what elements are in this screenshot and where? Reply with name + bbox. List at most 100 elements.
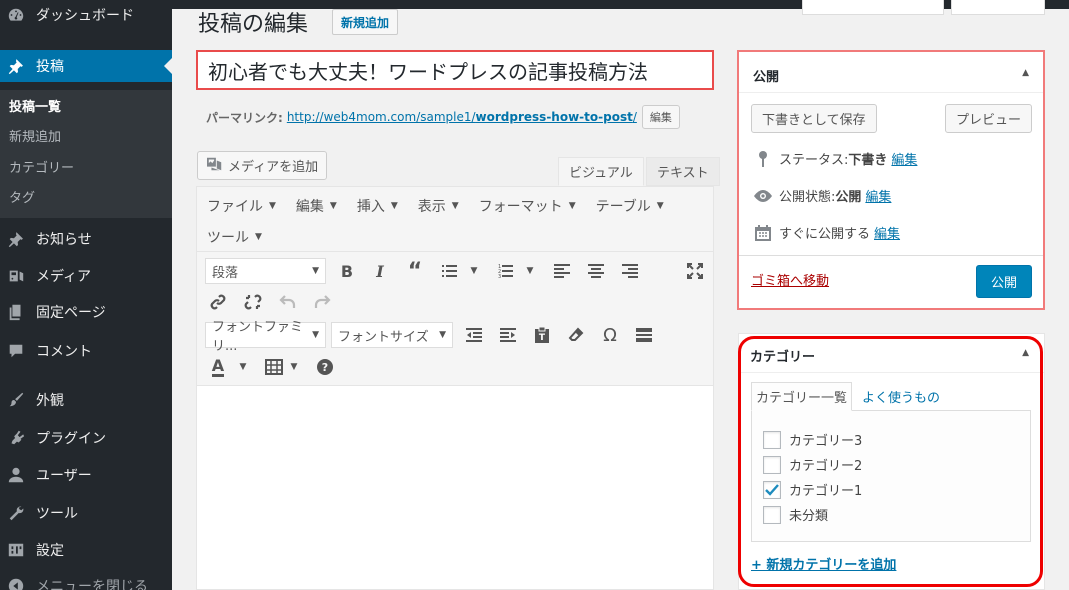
menu-label: 投稿 [36,59,64,75]
unlink-icon[interactable] [240,289,266,315]
menu-comments[interactable]: コメント [0,335,172,367]
paste-text-icon[interactable]: T [529,322,555,348]
bullet-list-caret-icon[interactable]: ▼ [461,258,487,284]
preview-button[interactable]: プレビュー [945,104,1033,133]
checkbox[interactable] [763,455,781,474]
submenu-categories[interactable]: カテゴリー [9,157,74,176]
move-to-trash-link[interactable]: ゴミ箱へ移動 [751,270,829,289]
text-color-icon[interactable]: A [205,354,231,380]
menu-news[interactable]: お知らせ [0,223,172,255]
align-left-icon[interactable] [549,258,575,284]
table-caret-icon[interactable]: ▼ [281,354,307,380]
menu-dashboard[interactable]: ダッシュボード [0,0,172,30]
menu-pages[interactable]: 固定ページ [0,296,172,328]
checkbox[interactable] [763,505,781,524]
add-media-button[interactable]: メディアを追加 [197,151,328,180]
admin-sidebar: ダッシュボード 投稿 投稿一覧 新規追加 カテゴリー タグ お知らせ メディア … [0,0,172,590]
visibility-edit-link[interactable]: 編集 [865,186,891,205]
schedule-edit-link[interactable]: 編集 [874,223,900,242]
bold-icon[interactable]: B [334,258,360,284]
submenu-tags[interactable]: タグ [9,187,35,206]
screen-options-tab[interactable] [802,0,944,15]
indent-icon[interactable] [495,322,521,348]
publish-box: 公開 ▲ 下書きとして保存 プレビュー ステータス: 下書き 編集 公開状態: … [737,50,1045,310]
menu-posts[interactable]: 投稿 [0,50,172,82]
tab-text[interactable]: テキスト [646,157,720,186]
save-draft-button[interactable]: 下書きとして保存 [751,104,877,133]
submenu-all-posts[interactable]: 投稿一覧 [9,96,61,115]
user-icon [6,465,26,485]
text-color-caret-icon[interactable]: ▼ [230,354,256,380]
submenu-add-new[interactable]: 新規追加 [9,126,61,145]
menu-label: 外観 [36,393,64,409]
menu-appearance[interactable]: 外観 [0,384,172,416]
italic-icon[interactable]: I [367,258,393,284]
format-select[interactable]: 段落 ▼ [205,258,326,284]
menu-label: ツール [36,506,78,522]
font-size-select[interactable]: フォントサイズ ▼ [331,322,453,348]
checkmark-icon [765,483,779,496]
collapse-arrow-icon[interactable]: ▲ [1022,348,1029,358]
status-edit-link[interactable]: 編集 [891,149,917,168]
menu-media[interactable]: メディア [0,260,172,292]
category-item[interactable]: カテゴリー1 [763,480,862,499]
category-item[interactable]: 未分類 [763,505,828,524]
link-icon[interactable] [205,289,231,315]
pin-icon [6,229,26,249]
caret-down-icon: ▼ [439,330,446,340]
numbered-list-icon[interactable]: 123 [493,258,519,284]
menu-file[interactable]: ファイル ▼ [197,196,286,216]
menu-plugins[interactable]: プラグイン [0,422,172,454]
omega-icon[interactable]: Ω [597,322,623,348]
checkbox[interactable] [763,430,781,449]
redo-icon[interactable] [309,289,335,315]
menu-users[interactable]: ユーザー [0,459,172,491]
align-center-icon[interactable] [583,258,609,284]
menu-label: メディア [36,269,92,285]
menu-tools[interactable]: ツール ▼ [197,227,272,247]
category-item[interactable]: カテゴリー2 [763,455,862,474]
menu-view[interactable]: 表示 ▼ [408,196,469,216]
editor-toolbar: ファイル ▼ 編集 ▼ 挿入 ▼ 表示 ▼ フォーマット ▼ テーブル ▼ ツール ▼ 段落 ▼… [197,187,713,386]
settings-icon [6,540,26,560]
help-tab[interactable] [951,0,1045,15]
schedule-label: すぐに公開する [779,227,871,242]
permalink-edit-button[interactable]: 編集 [641,105,680,129]
publish-button[interactable]: 公開 [976,265,1032,298]
permalink-link[interactable]: http://web4mom.com/sample1/wordpress-how… [287,110,637,124]
tab-all-categories[interactable]: カテゴリー一覧 [751,382,853,411]
numbered-list-caret-icon[interactable]: ▼ [517,258,543,284]
menu-insert[interactable]: 挿入 ▼ [347,196,408,216]
bullet-list-icon[interactable] [437,258,463,284]
menu-format[interactable]: フォーマット ▼ [469,196,586,216]
menu-label: 固定ページ [36,305,106,321]
checkbox-checked[interactable] [763,480,781,499]
tab-visual[interactable]: ビジュアル [558,157,644,186]
menu-edit[interactable]: 編集 ▼ [286,196,347,216]
eraser-icon[interactable] [563,322,589,348]
media-icon [206,156,224,176]
pages-icon [6,302,26,322]
menu-collapse[interactable]: メニューを閉じる [0,570,172,590]
outdent-icon[interactable] [461,322,487,348]
menu-tools[interactable]: ツール [0,497,172,529]
editor-content-area[interactable] [197,387,713,589]
help-icon[interactable]: ? [312,354,338,380]
add-new-category-link[interactable]: + 新規カテゴリーを追加 [751,554,896,573]
align-right-icon[interactable] [617,258,643,284]
post-title-input[interactable]: 初心者でも大丈夫！ワードプレスの記事投稿方法 [196,50,714,90]
svg-text:T: T [539,333,546,343]
undo-icon[interactable] [275,289,301,315]
category-item[interactable]: カテゴリー3 [763,430,862,449]
horizontal-rule-icon[interactable] [631,322,657,348]
tab-popular-categories[interactable]: よく使うもの [858,382,944,411]
fullscreen-icon[interactable] [682,258,708,284]
caret-down-icon: ▼ [568,201,576,211]
menu-table[interactable]: テーブル ▼ [586,196,674,216]
collapse-arrow-icon[interactable]: ▲ [1022,68,1029,78]
menu-settings[interactable]: 設定 [0,534,172,566]
add-new-button[interactable]: 新規追加 [332,9,399,35]
font-family-select[interactable]: フォントファミリ... ▼ [205,320,326,354]
svg-text:?: ? [322,361,328,374]
blockquote-icon[interactable]: “ [402,258,428,284]
